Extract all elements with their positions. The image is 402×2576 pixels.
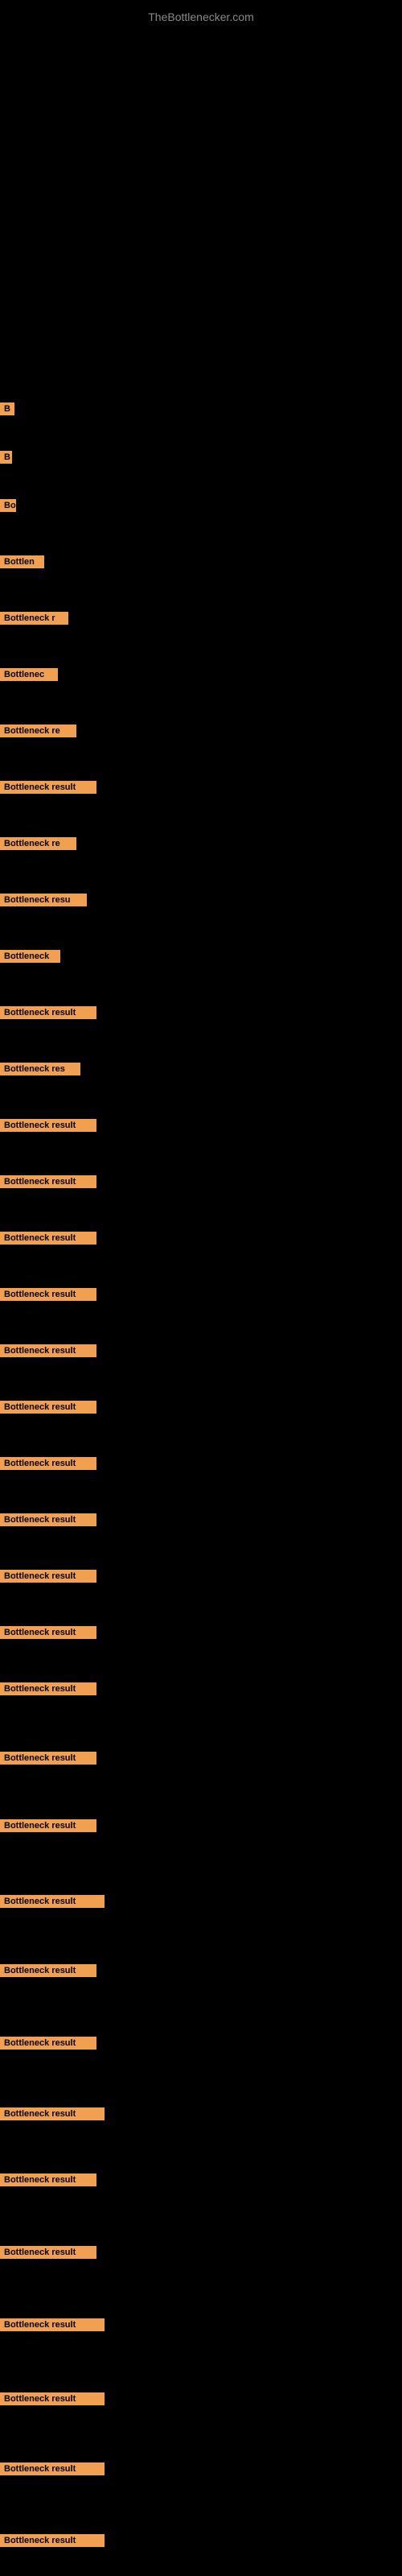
bottleneck-result-row: Bottleneck result	[0, 2246, 96, 2263]
bottleneck-result-row: Bottleneck result	[0, 1344, 96, 1361]
bottleneck-result-row: Bottleneck result	[0, 2107, 105, 2124]
bottleneck-result-row: Bottleneck result	[0, 1819, 96, 1836]
bottleneck-result-row: Bottleneck re	[0, 724, 76, 741]
bottleneck-result-label: Bottleneck result	[0, 1119, 96, 1132]
bottleneck-result-row: Bottleneck result	[0, 1513, 96, 1530]
bottleneck-result-label: Bottleneck	[0, 950, 60, 963]
bottleneck-result-row: Bottleneck result	[0, 1457, 96, 1474]
bottleneck-result-label: Bottleneck result	[0, 1513, 96, 1526]
bottleneck-result-label: Bottleneck res	[0, 1063, 80, 1075]
bottleneck-result-row: Bottleneck result	[0, 1175, 96, 1192]
bottleneck-result-label: Bottleneck result	[0, 2246, 96, 2259]
bottleneck-result-row: Bottleneck result	[0, 2318, 105, 2335]
bottleneck-result-label: B	[0, 402, 14, 415]
bottleneck-result-row: Bottleneck result	[0, 1006, 96, 1023]
bottleneck-result-label: Bo	[0, 499, 16, 512]
bottleneck-result-row: B	[0, 402, 14, 419]
bottleneck-result-label: Bottleneck result	[0, 1288, 96, 1301]
bottleneck-result-row: B	[0, 451, 12, 468]
bottleneck-result-label: Bottleneck result	[0, 1626, 96, 1639]
bottleneck-result-row: Bottleneck result	[0, 1752, 96, 1769]
bottleneck-result-label: Bottlen	[0, 555, 44, 568]
bottleneck-result-label: Bottleneck result	[0, 1006, 96, 1019]
bottleneck-result-row: Bottleneck res	[0, 1063, 80, 1080]
bottleneck-result-label: Bottleneck result	[0, 2174, 96, 2186]
bottleneck-result-label: Bottleneck r	[0, 612, 68, 625]
bottleneck-result-label: Bottleneck result	[0, 1964, 96, 1977]
bottleneck-result-label: Bottleneck result	[0, 781, 96, 794]
bottleneck-result-label: Bottleneck result	[0, 1457, 96, 1470]
bottleneck-result-label: Bottleneck result	[0, 1682, 96, 1695]
bottleneck-result-row: Bottleneck result	[0, 1401, 96, 1418]
bottleneck-result-row: Bo	[0, 499, 16, 516]
bottleneck-result-label: Bottleneck result	[0, 1570, 96, 1583]
bottleneck-result-label: Bottleneck result	[0, 1895, 105, 1908]
bottleneck-result-row: Bottlenec	[0, 668, 58, 685]
bottleneck-result-label: Bottleneck result	[0, 1401, 96, 1414]
bottleneck-result-label: Bottleneck re	[0, 837, 76, 850]
bottleneck-result-row: Bottleneck	[0, 950, 60, 967]
bottleneck-result-label: Bottleneck result	[0, 1175, 96, 1188]
bottleneck-result-row: Bottleneck result	[0, 2462, 105, 2479]
bottleneck-result-row: Bottleneck result	[0, 1626, 96, 1643]
bottleneck-result-label: B	[0, 451, 12, 464]
bottleneck-result-row: Bottleneck re	[0, 837, 76, 854]
bottleneck-result-row: Bottleneck result	[0, 1895, 105, 1912]
bottleneck-result-row: Bottleneck result	[0, 1119, 96, 1136]
bottleneck-result-row: Bottleneck result	[0, 1288, 96, 1305]
bottleneck-result-row: Bottleneck result	[0, 1570, 96, 1587]
bottleneck-result-row: Bottleneck result	[0, 2392, 105, 2409]
bottleneck-result-row: Bottleneck result	[0, 2534, 105, 2551]
site-title: TheBottlenecker.com	[0, 4, 402, 30]
bottleneck-result-label: Bottleneck result	[0, 2534, 105, 2547]
bottleneck-result-row: Bottleneck result	[0, 1964, 96, 1981]
bottleneck-result-row: Bottleneck result	[0, 1232, 96, 1249]
bottleneck-result-label: Bottleneck result	[0, 1819, 96, 1832]
bottleneck-result-row: Bottleneck result	[0, 781, 96, 798]
bottleneck-result-label: Bottleneck result	[0, 1232, 96, 1245]
bottleneck-result-label: Bottleneck result	[0, 1752, 96, 1765]
bottleneck-result-label: Bottleneck result	[0, 2107, 105, 2120]
bottleneck-result-label: Bottleneck resu	[0, 894, 87, 906]
bottleneck-result-label: Bottleneck re	[0, 724, 76, 737]
bottleneck-result-row: Bottleneck result	[0, 2174, 96, 2190]
bottleneck-result-label: Bottleneck result	[0, 2462, 105, 2475]
bottleneck-result-label: Bottleneck result	[0, 2037, 96, 2050]
bottleneck-result-row: Bottleneck result	[0, 2037, 96, 2054]
bottleneck-result-row: Bottlen	[0, 555, 44, 572]
bottleneck-result-label: Bottleneck result	[0, 2318, 105, 2331]
bottleneck-result-row: Bottleneck result	[0, 1682, 96, 1699]
bottleneck-result-row: Bottleneck resu	[0, 894, 87, 910]
bottleneck-result-label: Bottlenec	[0, 668, 58, 681]
bottleneck-result-row: Bottleneck r	[0, 612, 68, 629]
bottleneck-result-label: Bottleneck result	[0, 2392, 105, 2405]
bottleneck-result-label: Bottleneck result	[0, 1344, 96, 1357]
